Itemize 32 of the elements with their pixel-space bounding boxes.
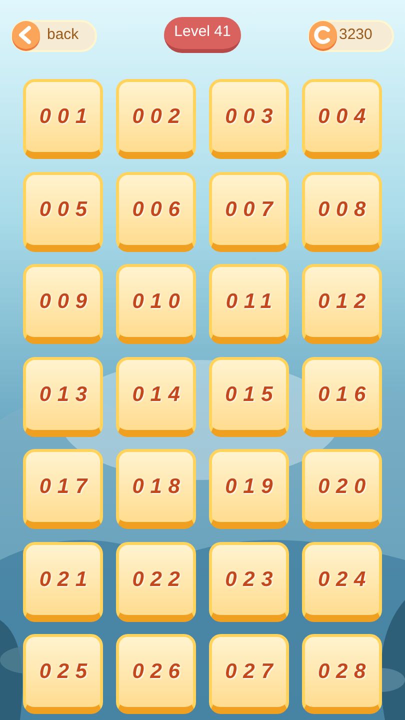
level-button[interactable]: 014 (116, 356, 196, 436)
level-button[interactable]: 015 (208, 356, 290, 436)
level-button[interactable]: 017 (23, 449, 104, 529)
level-button[interactable]: 028 (302, 634, 382, 714)
level-button[interactable]: 005 (23, 172, 104, 252)
back-button[interactable]: back (11, 20, 97, 52)
level-button[interactable]: 006 (116, 172, 196, 252)
level-button[interactable]: 023 (208, 542, 290, 622)
level-button[interactable]: 010 (116, 264, 196, 344)
level-button[interactable]: 001 (23, 79, 104, 159)
level-button[interactable]: 026 (116, 634, 196, 714)
level-button[interactable]: 018 (116, 449, 196, 529)
level-button[interactable]: 022 (116, 542, 196, 622)
level-button[interactable]: 003 (208, 79, 290, 159)
level-button[interactable]: 002 (116, 79, 196, 159)
level-button[interactable]: 024 (302, 542, 382, 622)
level-button[interactable]: 025 (23, 634, 104, 714)
level-button[interactable]: 004 (302, 79, 382, 159)
level-button[interactable]: 021 (23, 542, 104, 622)
level-button[interactable]: 027 (208, 634, 290, 714)
level-button[interactable]: 020 (302, 449, 382, 529)
level-button[interactable]: 011 (208, 264, 290, 344)
level-button[interactable]: 008 (302, 172, 382, 252)
level-button[interactable]: 013 (23, 356, 104, 436)
level-button[interactable]: 019 (208, 449, 290, 529)
level-button[interactable]: 009 (23, 264, 104, 344)
level-button[interactable]: 016 (302, 356, 382, 436)
level-button[interactable]: 012 (302, 264, 382, 344)
coin-icon (307, 20, 339, 52)
level-button[interactable]: 007 (208, 172, 290, 252)
coin-counter: 3230 (308, 20, 394, 52)
back-arrow-icon (10, 20, 42, 52)
